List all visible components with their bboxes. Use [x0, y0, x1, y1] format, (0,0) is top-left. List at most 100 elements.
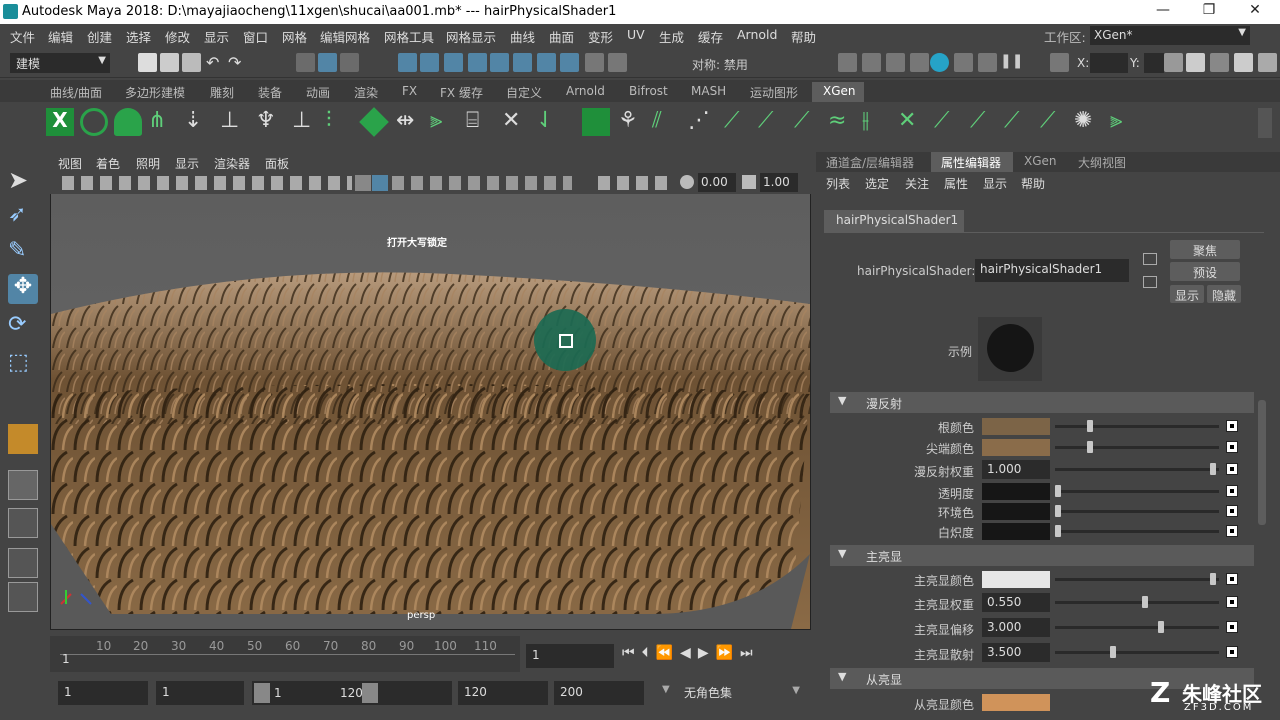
groom-width-icon[interactable]: ⟋ — [758, 108, 786, 136]
focus-button[interactable]: 聚焦 — [1170, 240, 1240, 259]
close-button[interactable]: ✕ — [1240, 2, 1270, 22]
snap-curve-icon[interactable] — [420, 53, 439, 72]
map-button-icon[interactable] — [1226, 573, 1238, 585]
playback-controls[interactable]: ⏮⏴⏪◀▶⏩⏭ — [622, 645, 808, 663]
undo-icon[interactable]: ↶ — [206, 53, 225, 72]
snap-surface-icon[interactable] — [490, 53, 509, 72]
arnold-ipr-icon[interactable] — [978, 53, 997, 72]
minimize-button[interactable]: — — [1148, 2, 1178, 22]
outliner-layout-icon[interactable] — [8, 582, 38, 612]
render-settings-icon[interactable] — [862, 53, 881, 72]
menu-generate[interactable]: 生成 — [659, 27, 684, 46]
gamma-field[interactable]: 1.00 — [760, 173, 798, 192]
menu-surfaces[interactable]: 曲面 — [549, 27, 574, 46]
snap-vertex-icon[interactable] — [513, 53, 532, 72]
primary-shift-field[interactable]: 3.000 — [982, 618, 1050, 637]
slider-knob[interactable] — [1110, 646, 1117, 658]
slider-knob[interactable] — [1055, 505, 1061, 517]
diffuse-weight-field[interactable]: 1.000 — [982, 460, 1050, 479]
render-view-icon[interactable] — [537, 53, 556, 72]
snap-point-icon[interactable] — [444, 53, 463, 72]
toggle-panel-icon[interactable] — [1186, 53, 1205, 72]
select-object-icon[interactable] — [318, 53, 337, 72]
lasso-tool-icon[interactable]: ➶ — [8, 202, 38, 232]
primary-weight-slider[interactable] — [1055, 596, 1219, 608]
character-set-dropdown[interactable]: 无角色集 ▼ — [680, 682, 804, 704]
prev-key-icon[interactable]: ⏪ — [656, 645, 680, 661]
next-key-icon[interactable]: ⏩ — [716, 645, 740, 661]
menu-deform[interactable]: 变形 — [588, 27, 613, 46]
render-view-window-icon[interactable] — [954, 53, 973, 72]
shelf-tab-fx[interactable]: FX — [402, 84, 417, 98]
current-frame-field[interactable]: 1 — [526, 644, 614, 668]
show-button[interactable]: 显示 — [1170, 285, 1204, 303]
save-scene-icon[interactable] — [182, 53, 201, 72]
groom-flip-icon[interactable]: ⫸ — [1110, 108, 1138, 136]
guide-transform-icon[interactable]: ⇹ — [396, 108, 424, 136]
ae-menu-attributes[interactable]: 属性 — [944, 175, 968, 192]
primary-spread-slider[interactable] — [1055, 646, 1219, 658]
groom-attract-icon[interactable]: ⟋ — [1004, 108, 1032, 136]
tab-attribute-editor[interactable]: 属性编辑器 — [941, 154, 1001, 171]
two-view-icon[interactable] — [8, 548, 38, 578]
menu-mesh-tools[interactable]: 网格工具 — [384, 27, 434, 46]
groom-length-icon[interactable]: ⟋ — [724, 108, 752, 136]
shelf-tab-poly[interactable]: 多边形建模 — [125, 84, 185, 101]
menu-mesh-display[interactable]: 网格显示 — [446, 27, 496, 46]
menu-edit-mesh[interactable]: 编辑网格 — [320, 27, 370, 46]
map-button-icon[interactable] — [1226, 505, 1238, 517]
pause-icon[interactable]: ❚❚ — [1000, 53, 1023, 72]
redo-icon[interactable]: ↷ — [228, 53, 247, 72]
groom-noise-icon[interactable]: ≈ — [828, 108, 856, 136]
ambient-color-swatch[interactable] — [982, 503, 1050, 520]
anim-start-field[interactable]: 1 — [156, 681, 244, 705]
lock-guide-icon[interactable]: ⊥ — [292, 108, 320, 136]
snap-view-icon[interactable] — [468, 53, 487, 72]
incandescence-swatch[interactable] — [982, 523, 1050, 540]
root-color-swatch[interactable] — [982, 418, 1050, 435]
new-scene-icon[interactable] — [138, 53, 157, 72]
map-button-icon[interactable] — [1226, 646, 1238, 658]
range-start-handle[interactable] — [254, 683, 270, 703]
step-back-icon[interactable]: ⏴ — [642, 645, 656, 661]
hide-button[interactable]: 隐藏 — [1207, 285, 1241, 303]
diffuse-weight-slider[interactable] — [1055, 463, 1219, 475]
vp-menu-show[interactable]: 显示 — [175, 155, 199, 172]
range-bar[interactable]: 1 120 — [252, 681, 452, 705]
node-tab[interactable]: hairPhysicalShader1 — [824, 210, 964, 232]
map-button-icon[interactable] — [1226, 441, 1238, 453]
groom-freeze-icon[interactable]: ⟋ — [970, 108, 998, 136]
ambient-color-slider[interactable] — [1055, 505, 1219, 517]
add-guide-icon[interactable]: ⇣ — [184, 108, 212, 136]
groom-part-icon[interactable]: ⫲ — [862, 108, 890, 136]
shelf-tab-custom[interactable]: 自定义 — [506, 84, 542, 101]
smooth-shade-icon[interactable] — [372, 175, 388, 191]
maximize-button[interactable]: ❐ — [1194, 2, 1224, 22]
vp-menu-lighting[interactable]: 照明 — [136, 155, 160, 172]
menuset-dropdown[interactable]: 建模 ▼ — [10, 53, 110, 73]
copy-tab-icon[interactable] — [1143, 253, 1157, 265]
shelf-tab-sculpt[interactable]: 雕刻 — [210, 84, 234, 101]
shelf-tab-mash[interactable]: MASH — [691, 84, 726, 98]
history-icon[interactable] — [608, 53, 627, 72]
time-slider[interactable]: 1 10 20 30 40 50 60 70 80 90 100 110 — [50, 636, 520, 672]
slider-knob[interactable] — [1141, 596, 1148, 608]
slider-knob[interactable] — [1086, 441, 1093, 453]
xgen-region-icon[interactable] — [359, 107, 389, 137]
shelf-tab-rigging[interactable]: 装备 — [258, 84, 282, 101]
primary-color-slider[interactable] — [1055, 573, 1219, 585]
shelf-scroll[interactable] — [1258, 108, 1272, 138]
map-button-icon[interactable] — [1226, 463, 1238, 475]
menu-uv[interactable]: UV — [627, 27, 645, 42]
lock-icon[interactable] — [585, 53, 604, 72]
groom-clump-icon[interactable]: ⟋ — [794, 108, 822, 136]
play-back-icon[interactable]: ◀ — [680, 645, 698, 661]
snap-grid-icon[interactable] — [398, 53, 417, 72]
shelf-tab-bifrost[interactable]: Bifrost — [629, 84, 668, 98]
shelf-tab-motion-graphics[interactable]: 运动图形 — [750, 84, 798, 101]
menu-file[interactable]: 文件 — [10, 27, 35, 46]
display-toggle-icons[interactable] — [392, 176, 572, 190]
x-field[interactable] — [1090, 53, 1128, 73]
section-diffuse[interactable]: ▼ 漫反射 — [830, 392, 1254, 413]
vp-menu-renderer[interactable]: 渲染器 — [214, 155, 250, 172]
